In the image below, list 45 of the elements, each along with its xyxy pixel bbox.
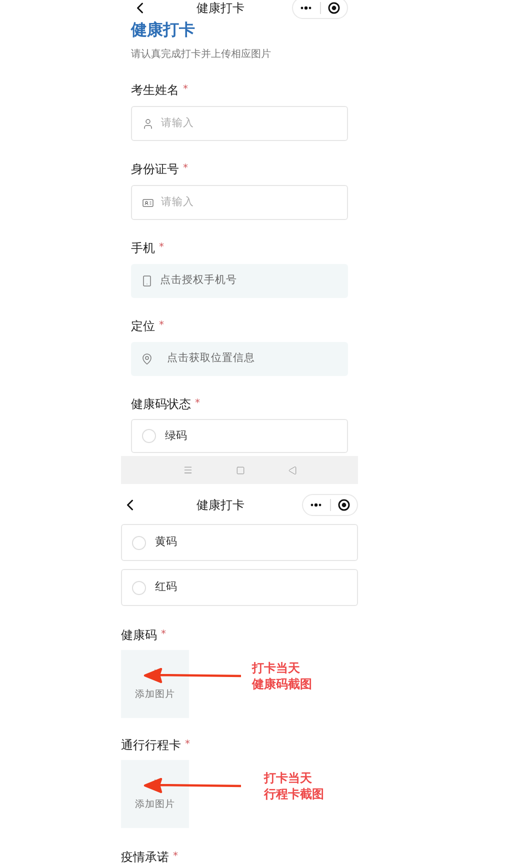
field-label: 身份证号: [131, 162, 179, 176]
required-mark: *: [173, 851, 178, 863]
add-image-button[interactable]: 添加图片: [121, 650, 189, 718]
text-input[interactable]: 请输入: [161, 194, 337, 210]
more-icon[interactable]: [300, 6, 312, 10]
id-card-icon: [142, 196, 154, 208]
action-field[interactable]: 点击获取位置信息: [131, 342, 348, 376]
radio-option[interactable]: 红码: [121, 569, 358, 606]
capsule-menu[interactable]: [302, 494, 358, 516]
nav-title: 健康打卡: [196, 0, 244, 17]
required-mark: *: [195, 398, 200, 410]
nav-title: 健康打卡: [196, 497, 244, 514]
field-label: 手机: [131, 241, 155, 255]
annotation-text: 打卡当天: [264, 770, 313, 786]
required-mark: *: [183, 84, 188, 96]
input-field[interactable]: 请输入: [131, 106, 348, 141]
field-label: 定位: [131, 319, 155, 333]
annotation-text: 健康码截图: [252, 676, 312, 692]
person-icon: [142, 118, 154, 130]
add-image-button[interactable]: 添加图片: [121, 760, 189, 828]
input-field[interactable]: 请输入: [131, 185, 348, 220]
capsule-menu[interactable]: [292, 0, 348, 19]
required-mark: *: [183, 163, 188, 175]
target-icon[interactable]: [338, 499, 350, 511]
annotation-text: 打卡当天: [252, 660, 301, 676]
annotation-text: 行程卡截图: [264, 786, 324, 802]
field-label: 健康码状态: [131, 397, 191, 411]
page-heading: 健康打卡: [131, 20, 196, 40]
text-input[interactable]: 请输入: [161, 116, 337, 132]
radio-option[interactable]: 绿码: [131, 419, 348, 453]
radio-option[interactable]: 黄码: [121, 524, 358, 561]
location-pin-icon: [141, 353, 153, 365]
required-mark: *: [159, 242, 164, 254]
required-mark: *: [161, 629, 166, 641]
page-subtitle: 请认真完成打卡并上传相应图片: [131, 48, 272, 61]
field-label: 考生姓名: [131, 83, 179, 97]
field-label: 疫情承诺: [121, 850, 169, 864]
required-mark: *: [185, 739, 190, 751]
target-icon[interactable]: [328, 2, 340, 14]
required-mark: *: [159, 320, 164, 332]
more-icon[interactable]: [310, 503, 322, 507]
field-label: 健康码: [121, 628, 157, 642]
field-label: 通行行程卡: [121, 738, 181, 752]
phone-icon: [141, 275, 153, 287]
action-field[interactable]: 点击授权手机号: [131, 264, 348, 298]
